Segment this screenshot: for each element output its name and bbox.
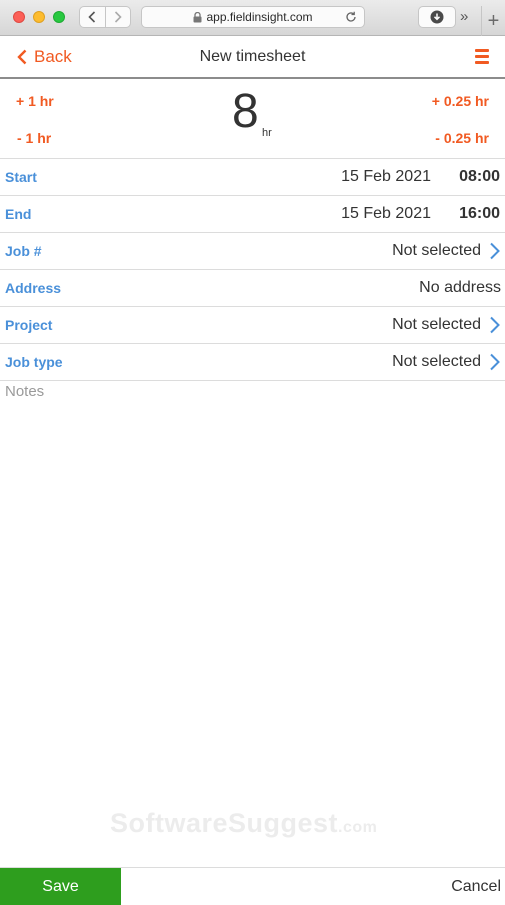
chevron-right-icon (490, 316, 500, 334)
job-value: Not selected (392, 242, 481, 259)
subtract-1-hour-button[interactable]: - 1 hr (17, 130, 51, 146)
address-value: No address (419, 279, 501, 296)
project-row[interactable]: Project Not selected (0, 307, 505, 344)
watermark-tld: .com (338, 819, 378, 836)
browser-back-button[interactable] (80, 7, 105, 27)
app-header: Back New timesheet (0, 36, 505, 79)
end-label: End (5, 206, 32, 222)
cancel-button[interactable]: Cancel (451, 868, 501, 905)
job-type-value: Not selected (392, 353, 481, 370)
address-row: Address No address (0, 270, 505, 307)
end-time[interactable]: 16:00 (459, 205, 500, 223)
start-row[interactable]: Start 15 Feb 2021 08:00 (0, 159, 505, 196)
subtract-quarter-hour-button[interactable]: - 0.25 hr (435, 130, 489, 146)
project-value: Not selected (392, 316, 481, 333)
job-type-row[interactable]: Job type Not selected (0, 344, 505, 381)
chevron-right-icon (114, 11, 122, 23)
chevron-left-icon (88, 11, 96, 23)
add-quarter-hour-button[interactable]: + 0.25 hr (432, 93, 489, 109)
watermark-brand: SoftwareSuggest (110, 808, 339, 838)
start-date[interactable]: 15 Feb 2021 (341, 168, 431, 186)
browser-toolbar: app.fieldinsight.com » + (0, 0, 505, 36)
history-nav (79, 6, 131, 28)
save-button[interactable]: Save (0, 868, 121, 905)
url-text: app.fieldinsight.com (206, 10, 313, 24)
job-row[interactable]: Job # Not selected (0, 233, 505, 270)
start-time[interactable]: 08:00 (459, 168, 500, 186)
footer-bar: Save Cancel (0, 867, 505, 905)
download-icon (430, 10, 444, 24)
end-date[interactable]: 15 Feb 2021 (341, 205, 431, 223)
chevron-right-icon (490, 242, 500, 260)
notes-field[interactable]: Notes (5, 383, 44, 400)
address-bar[interactable]: app.fieldinsight.com (141, 6, 365, 28)
browser-forward-button[interactable] (104, 7, 131, 27)
end-row[interactable]: End 15 Feb 2021 16:00 (0, 196, 505, 233)
hours-unit: hr (262, 127, 272, 139)
project-label: Project (5, 317, 53, 333)
start-label: Start (5, 169, 37, 185)
window-maximize-button[interactable] (53, 11, 65, 23)
add-1-hour-button[interactable]: + 1 hr (16, 93, 54, 109)
chevron-right-icon (490, 353, 500, 371)
page-title: New timesheet (199, 48, 306, 65)
lock-icon (193, 11, 202, 22)
window-close-button[interactable] (13, 11, 25, 23)
hamburger-menu-icon[interactable] (475, 49, 489, 67)
downloads-button[interactable] (418, 6, 456, 28)
more-chevrons-icon[interactable]: » (460, 8, 468, 25)
new-tab-button[interactable]: + (481, 6, 505, 36)
job-type-label: Job type (5, 354, 63, 370)
reload-icon[interactable] (344, 10, 358, 24)
window-minimize-button[interactable] (33, 11, 45, 23)
address-label: Address (5, 280, 62, 296)
hours-adjuster: + 1 hr - 1 hr 8 hr + 0.25 hr - 0.25 hr (0, 80, 505, 159)
hours-value: 8 (232, 85, 259, 138)
watermark: SoftwareSuggest.com (110, 808, 377, 839)
job-label: Job # (5, 243, 42, 259)
